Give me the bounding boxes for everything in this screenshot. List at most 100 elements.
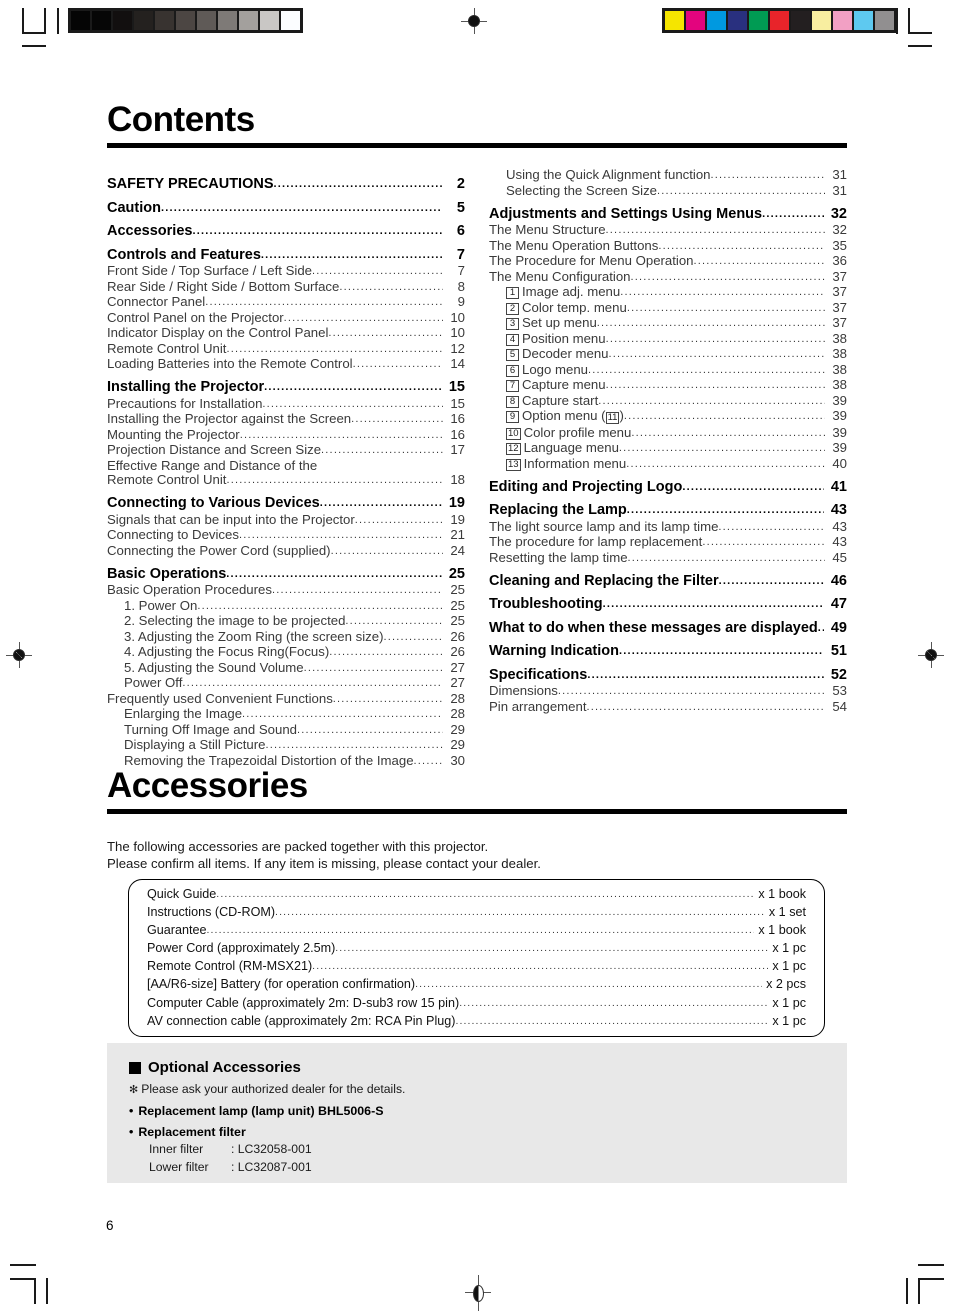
toc-leader-dots: ........................................… [242, 709, 443, 721]
toc-entry[interactable]: Controls and Features...................… [107, 247, 465, 263]
toc-entry-label: Adjustments and Settings Using Menus [489, 205, 763, 222]
toc-page-number: 18 [450, 472, 465, 488]
toc-entry[interactable]: 3 Set up menu............................… [489, 316, 847, 330]
toc-entry[interactable]: The procedure for lamp replacement......… [489, 535, 847, 549]
toc-entry[interactable]: Cleaning and Replacing the Filter.......… [489, 573, 847, 589]
colorbar-patch-8 [833, 11, 852, 30]
toc-leader-dots: ........................................… [192, 226, 442, 237]
toc-entry[interactable]: Signals that can be input into the Proje… [107, 513, 465, 527]
toc-entry[interactable]: Warning Indication......................… [489, 644, 847, 659]
toc-entry[interactable]: Selecting the Screen Size...............… [489, 183, 847, 198]
toc-entry-label: SAFETY PRECAUTIONS [107, 176, 274, 192]
colorbar-patch-3 [728, 11, 747, 30]
toc-entry[interactable]: Front Side / Top Surface / Left Side....… [107, 264, 465, 278]
toc-page-number: 19 [450, 511, 465, 527]
toc-entry[interactable]: The Procedure for Menu Operation........… [489, 254, 847, 268]
toc-entry[interactable]: 1. Power On.............................… [107, 599, 465, 613]
toc-entry[interactable]: Connecting to Devices...................… [107, 528, 465, 542]
toc-entry[interactable]: 7 Capture menu...........................… [489, 378, 847, 392]
toc-entry-label: Front Side / Top Surface / Left Side [107, 263, 313, 278]
toc-entry[interactable]: 3. Adjusting the Zoom Ring (the screen s… [107, 630, 465, 644]
toc-entry[interactable]: Installing the Projector................… [107, 380, 465, 395]
toc-leader-dots: ........................................… [160, 202, 442, 214]
toc-page-number: 38 [832, 377, 847, 392]
toc-entry[interactable]: Pin arrangement.........................… [489, 699, 847, 714]
toc-entry[interactable]: 2 Color temp. menu.......................… [489, 300, 847, 315]
toc-entry[interactable]: Adjustments and Settings Using Menus....… [489, 205, 847, 222]
toc-entry[interactable]: Dimensions..............................… [489, 684, 847, 698]
toc-entry[interactable]: Accessories.............................… [107, 224, 465, 239]
toc-entry[interactable]: Precautions for Installation............… [107, 396, 465, 411]
toc-entry[interactable]: 2. Selecting the image to be projected..… [107, 614, 465, 628]
toc-entry[interactable]: 10 Color profile menu....................… [489, 425, 847, 440]
contents-title: Contents [107, 100, 255, 139]
toc-entry[interactable]: Displaying a Still Picture..............… [107, 738, 465, 752]
toc-entry[interactable]: Replacing the Lamp......................… [489, 503, 847, 518]
toc-entry[interactable]: Troubleshooting.........................… [489, 597, 847, 612]
toc-entry[interactable]: Remote Control Unit.....................… [107, 341, 465, 356]
toc-entry[interactable]: The Menu Operation Buttons..............… [489, 238, 847, 253]
toc-entry-label: Specifications [489, 666, 588, 683]
accessory-item-row: Computer Cable (approximately 2m: D-sub3… [147, 996, 806, 1010]
toc-entry-label: The Menu Structure [489, 222, 606, 237]
toc-entry[interactable]: Caution.................................… [107, 200, 465, 216]
toc-entry[interactable]: The Menu Configuration..................… [489, 269, 847, 284]
toc-entry[interactable]: Using the Quick Alignment function......… [489, 168, 847, 182]
toc-entry-label: Loading Batteries into the Remote Contro… [107, 356, 353, 371]
toc-leader-dots: ........................................… [205, 297, 443, 308]
toc-leader-dots: ........................................… [312, 266, 443, 277]
toc-entry[interactable]: Control Panel on the Projector..........… [107, 310, 465, 325]
toc-page-number: 7 [457, 263, 465, 278]
toc-entry[interactable]: Connector Panel.........................… [107, 295, 465, 309]
toc-entry[interactable]: 6 Logo menu..............................… [489, 362, 847, 377]
toc-entry[interactable]: 4. Adjusting the Focus Ring(Focus)......… [107, 645, 465, 659]
toc-entry-label: Enlarging the Image [124, 706, 243, 722]
toc-entry[interactable]: Specifications..........................… [489, 666, 847, 683]
toc-page-number: 45 [832, 549, 847, 565]
optional-filter-text: Replacement filter [138, 1125, 246, 1139]
toc-entry[interactable]: 5 Decoder menu...........................… [489, 347, 847, 361]
accessory-quantity: x 1 pc [772, 1013, 806, 1028]
toc-entry[interactable]: Installing the Projector against the Scr… [107, 412, 465, 426]
toc-entry[interactable]: Enlarging the Image.....................… [107, 707, 465, 721]
toc-entry[interactable]: Resetting the lamp time.................… [489, 549, 847, 565]
toc-entry[interactable]: Connecting to Various Devices...........… [107, 496, 465, 511]
toc-entry[interactable]: Mounting the Projector..................… [107, 427, 465, 442]
toc-leader-dots: ........................................… [718, 521, 825, 533]
toc-entry-label: 4. Adjusting the Focus Ring(Focus) [124, 644, 330, 660]
toc-entry[interactable]: Basic Operation Procedures..............… [107, 583, 465, 597]
toc-leader-dots: ........................................… [264, 382, 442, 393]
optional-accessories-note: Please ask your authorized dealer for th… [141, 1082, 406, 1096]
toc-entry[interactable]: What to do when these messages are displ… [489, 620, 847, 636]
toc-entry[interactable]: Loading Batteries into the Remote Contro… [107, 357, 465, 371]
accessory-name: Guarantee [147, 923, 207, 938]
toc-entry[interactable]: Frequently used Convenient Functions....… [107, 692, 465, 706]
toc-entry[interactable]: 13 Information menu......................… [489, 456, 847, 471]
toc-entry[interactable]: 4 Position menu..........................… [489, 331, 847, 346]
toc-entry-label: 5. Adjusting the Sound Volume [124, 659, 304, 675]
toc-entry[interactable]: Rear Side / Right Side / Bottom Surface.… [107, 279, 465, 294]
toc-entry[interactable]: 12 Language menu.........................… [489, 441, 847, 455]
toc-entry[interactable]: Turning Off Image and Sound.............… [107, 723, 465, 737]
toc-entry[interactable]: 1 Image adj. menu........................… [489, 285, 847, 299]
toc-entry[interactable]: Projection Distance and Screen Size.....… [107, 443, 465, 457]
toc-entry[interactable]: Connecting the Power Cord (supplied)....… [107, 544, 465, 558]
toc-entry[interactable]: Effective Range and Distance of the.....… [107, 458, 465, 471]
toc-entry[interactable]: 8 Capture start..........................… [489, 393, 847, 408]
toc-entry[interactable]: Indicator Display on the Control Panel..… [107, 326, 465, 340]
toc-entry[interactable]: 5. Adjusting the Sound Volume...........… [107, 661, 465, 675]
toc-entry[interactable]: Power Off...............................… [107, 676, 465, 690]
colorbar-patch-2 [707, 11, 726, 30]
toc-leader-dots: ........................................… [197, 600, 443, 612]
menu-number-box-inline: 11 [605, 412, 620, 424]
toc-entry[interactable]: Editing and Projecting Logo.............… [489, 479, 847, 495]
toc-page-number: 27 [450, 659, 465, 675]
toc-entry[interactable]: Basic Operations........................… [107, 567, 465, 582]
accessory-leader-dots: ........................................… [206, 925, 755, 936]
toc-entry[interactable]: SAFETY PRECAUTIONS......................… [107, 177, 465, 192]
toc-entry[interactable]: The light source lamp and its lamp time.… [489, 519, 847, 534]
toc-entry[interactable]: 9 Option menu (11).......................… [489, 409, 847, 424]
toc-entry[interactable]: Remote Control Unit.....................… [107, 473, 465, 487]
toc-entry[interactable]: The Menu Structure......................… [489, 223, 847, 237]
bullet-dot-icon: • [129, 1104, 134, 1118]
